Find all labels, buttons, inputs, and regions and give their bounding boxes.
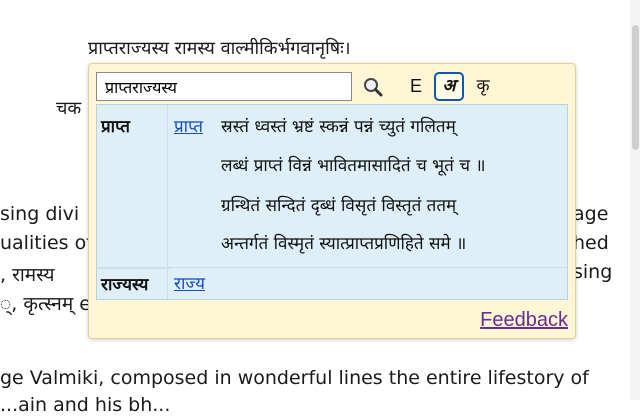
background-text-left: ्, कृत्स्नम् e: [0, 293, 91, 315]
lookup-input[interactable]: [96, 72, 352, 101]
verse-line: स्रस्तं ध्वस्तं भ्रष्टं स्कन्नं पन्नं च्…: [221, 117, 456, 137]
scrollbar-thumb[interactable]: [632, 25, 639, 150]
root-link[interactable]: राज्य: [174, 271, 205, 294]
dictionary-popup: E अ कृ प्राप्त प्राप्त स्रस्तं ध्वस्तं भ…: [88, 63, 576, 339]
verse-line: अन्तर्गतं विस्मृतं स्यात्प्राप्तप्रणिहित…: [221, 234, 467, 254]
background-english-line: ge Valmiki, composed in wonderful lines …: [0, 367, 589, 389]
popup-toolbar: E अ कृ: [96, 72, 568, 103]
magnifier-icon: [358, 76, 388, 98]
result-word: राज्यस्य: [97, 268, 171, 295]
english-mode-button[interactable]: E: [401, 72, 431, 101]
root-link[interactable]: प्राप्त: [174, 114, 203, 137]
background-partial-word: चक: [56, 98, 82, 119]
background-text-left: , रामस्य: [0, 264, 55, 286]
background-text-right: hed: [573, 232, 609, 254]
background-english-line-cut: ...ain and his bh...: [0, 394, 171, 416]
verse-line: लब्धं प्राप्तं विन्नं भावितमासादितं च भू…: [221, 156, 486, 176]
background-sanskrit-line: प्राप्तराज्यस्य रामस्य वाल्मीकिर्भगवानृष…: [88, 38, 351, 59]
page-scrollbar[interactable]: [630, 0, 640, 400]
results-table: प्राप्त प्राप्त स्रस्तं ध्वस्तं भ्रष्टं …: [96, 104, 568, 300]
verse-line: ग्रन्थितं सन्दितं दृब्धं विसृतं विस्तृतं…: [221, 196, 457, 216]
background-text-left: ualities of: [0, 232, 93, 254]
result-word: प्राप्त: [101, 117, 131, 137]
background-text-right: sing: [573, 261, 613, 283]
kr-mode-button[interactable]: कृ: [468, 72, 498, 101]
search-button[interactable]: [358, 72, 388, 101]
devanagari-mode-button[interactable]: अ: [434, 72, 464, 101]
background-text-right: age: [573, 203, 609, 225]
background-text-left: sing divi: [0, 203, 80, 225]
feedback-link[interactable]: Feedback: [480, 309, 568, 332]
